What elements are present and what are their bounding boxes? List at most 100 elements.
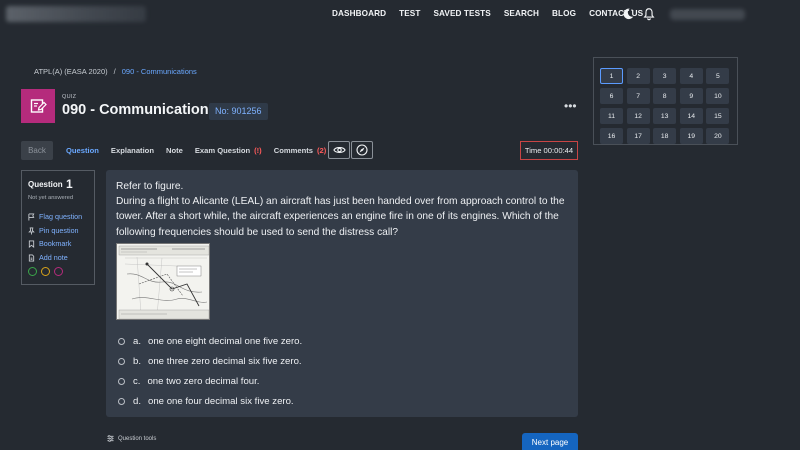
navigator-question-19[interactable]: 19 [679, 128, 703, 144]
navigator-question-11[interactable]: 11 [600, 108, 623, 124]
nav-saved-tests[interactable]: SAVED TESTS [433, 9, 490, 18]
answer-radio-a[interactable] [118, 337, 125, 345]
answer-radio-b[interactable] [118, 357, 125, 365]
note-icon [28, 254, 35, 261]
bookmark-icon [28, 240, 35, 248]
sliders-icon [107, 435, 114, 442]
navigator-question-10[interactable]: 10 [706, 88, 730, 104]
pin-question-label: Pin question [39, 226, 79, 235]
navigator-grid: 1 2 3 4 5 6 7 8 9 10 11 12 13 14 15 16 17 18 19 20 [600, 68, 730, 144]
bookmark-label: Bookmark [39, 239, 72, 248]
site-logo[interactable] [6, 6, 146, 22]
comments-badge: (2) [316, 146, 327, 155]
color-tag-yellow[interactable] [41, 267, 50, 276]
color-tags [28, 267, 63, 276]
tab-exam-question[interactable]: Exam Question (!) [195, 146, 262, 155]
question-card: Refer to figure. During a flight to Alic… [106, 170, 578, 417]
nav-blog[interactable]: BLOG [552, 9, 576, 18]
nav-test[interactable]: TEST [399, 9, 420, 18]
add-note-label: Add note [39, 253, 68, 262]
answer-text-b: one three zero decimal six five zero. [148, 355, 302, 367]
breadcrumb-separator: / [113, 67, 116, 76]
back-button[interactable]: Back [21, 141, 53, 160]
eye-toggle-button[interactable] [328, 141, 350, 159]
exam-question-badge: (!) [254, 146, 262, 155]
answer-letter-b: b. [133, 355, 142, 367]
compass-icon [356, 144, 368, 156]
answer-radio-c[interactable] [118, 377, 125, 385]
navigator-question-20[interactable]: 20 [706, 128, 730, 144]
answer-option-d[interactable]: d. one one four decimal six five zero. [118, 391, 302, 411]
color-tag-green[interactable] [28, 267, 37, 276]
navigator-question-17[interactable]: 17 [626, 128, 650, 144]
question-tools-label: Question tools [118, 435, 157, 442]
breadcrumb-root[interactable]: ATPL(A) (EASA 2020) [34, 67, 108, 76]
compass-button[interactable] [351, 141, 373, 159]
top-nav-bar: DASHBOARD TEST SAVED TESTS SEARCH BLOG C… [0, 0, 800, 30]
question-info-panel: Question 1 Not yet answered Flag questio… [21, 170, 95, 285]
tab-comments[interactable]: Comments (2) [274, 146, 327, 155]
breadcrumb-current[interactable]: 090 - Communications [122, 67, 197, 76]
approach-chart-image [117, 244, 209, 319]
navigator-question-3[interactable]: 3 [653, 68, 677, 84]
more-options-icon[interactable]: ••• [564, 99, 577, 113]
question-tabs: Question Explanation Note Exam Question(… [66, 146, 326, 155]
navigator-question-18[interactable]: 18 [653, 128, 677, 144]
flag-question-link[interactable]: Flag question [28, 212, 82, 221]
flag-question-label: Flag question [39, 212, 83, 221]
timer: Time 00:00:44 [520, 141, 578, 160]
answer-radio-d[interactable] [118, 397, 125, 405]
question-text: Refer to figure. During a flight to Alic… [116, 179, 571, 240]
add-note-link[interactable]: Add note [28, 253, 68, 262]
navigator-question-6[interactable]: 6 [600, 88, 623, 104]
answer-option-c[interactable]: c. one two zero decimal four. [118, 371, 302, 391]
answer-list: a. one one eight decimal one five zero. … [118, 331, 302, 411]
navigator-question-9[interactable]: 9 [679, 88, 703, 104]
main-nav: DASHBOARD TEST SAVED TESTS SEARCH BLOG C… [332, 9, 643, 18]
bookmark-link[interactable]: Bookmark [28, 239, 71, 248]
navigator-question-15[interactable]: 15 [706, 108, 730, 124]
navigator-question-5[interactable]: 5 [706, 68, 730, 84]
nav-contact-us[interactable]: CONTACT US [589, 9, 643, 18]
navigator-question-2[interactable]: 2 [626, 68, 650, 84]
question-number-badge: No: 901256 [209, 103, 268, 120]
navigator-question-8[interactable]: 8 [653, 88, 677, 104]
navigator-question-12[interactable]: 12 [626, 108, 650, 124]
question-figure[interactable] [116, 243, 210, 320]
color-tag-pink[interactable] [54, 267, 63, 276]
tab-explanation[interactable]: Explanation [111, 146, 154, 155]
answer-letter-a: a. [133, 335, 142, 347]
question-tools[interactable]: Question tools [107, 435, 156, 442]
tab-question[interactable]: Question [66, 146, 99, 155]
tab-note[interactable]: Note [166, 146, 183, 155]
bell-icon[interactable] [642, 7, 656, 21]
tab-comments-label: Comments [273, 146, 313, 155]
navigator-question-4[interactable]: 4 [679, 68, 703, 84]
answer-letter-d: d. [133, 395, 142, 407]
navigator-question-7[interactable]: 7 [626, 88, 650, 104]
user-menu[interactable] [670, 9, 745, 20]
pin-icon [28, 227, 35, 234]
question-status: Not yet answered [28, 195, 74, 201]
eye-icon [332, 147, 346, 153]
navigator-question-14[interactable]: 14 [679, 108, 703, 124]
nav-dashboard[interactable]: DASHBOARD [332, 9, 386, 18]
answer-text-a: one one eight decimal one five zero. [148, 335, 303, 347]
pin-question-link[interactable]: Pin question [28, 226, 79, 235]
navigator-question-16[interactable]: 16 [600, 128, 623, 144]
nav-search[interactable]: SEARCH [504, 9, 539, 18]
next-page-button[interactable]: Next page [522, 433, 578, 450]
question-label: Question [28, 180, 63, 189]
moon-icon[interactable] [621, 7, 635, 21]
quiz-tag: QUIZ [62, 94, 77, 100]
answer-text-d: one one four decimal six five zero. [148, 395, 294, 407]
quiz-edit-icon [21, 89, 55, 123]
navigator-question-13[interactable]: 13 [653, 108, 677, 124]
answer-letter-c: c. [133, 375, 141, 387]
breadcrumb: ATPL(A) (EASA 2020) / 090 - Communications [34, 67, 197, 76]
answer-option-a[interactable]: a. one one eight decimal one five zero. [118, 331, 302, 351]
question-text-line-2: During a flight to Alicante (LEAL) an ai… [116, 196, 565, 238]
question-text-line-1: Refer to figure. [116, 181, 184, 192]
navigator-question-1[interactable]: 1 [600, 68, 623, 84]
answer-option-b[interactable]: b. one three zero decimal six five zero. [118, 351, 302, 371]
